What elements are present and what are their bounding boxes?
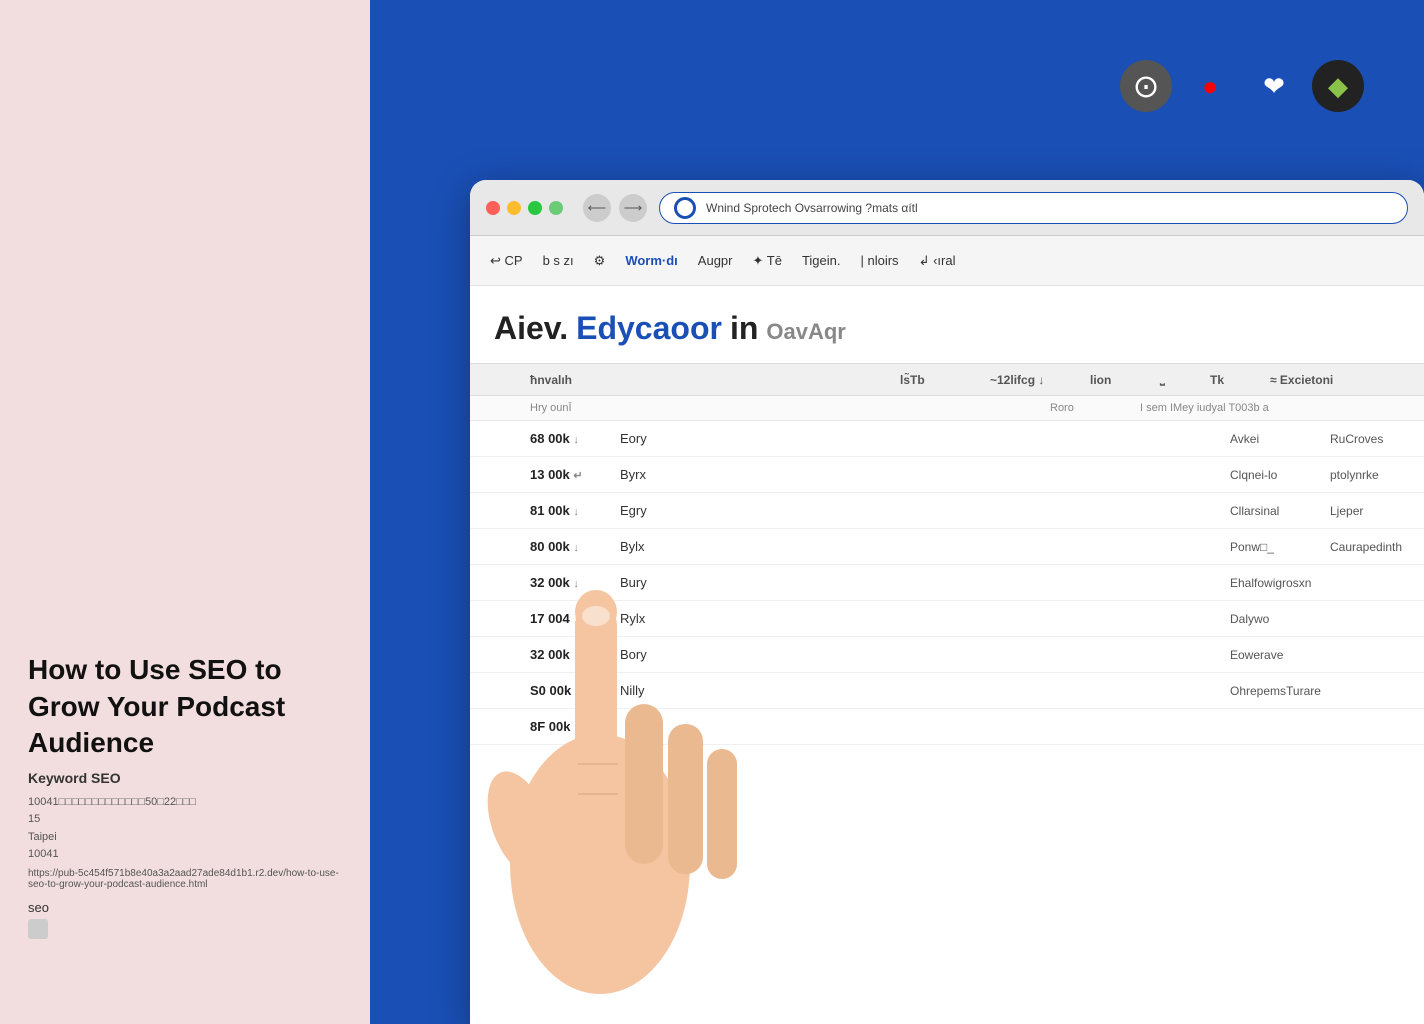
- row-intent: Ehalfowigrosxn: [1230, 576, 1330, 590]
- row-vol: 81 00k ↓: [530, 503, 620, 518]
- toolbar-cp[interactable]: ↩ CP: [490, 253, 523, 269]
- toolbar-te[interactable]: ✦ Tē: [753, 253, 782, 269]
- close-button[interactable]: [486, 201, 500, 215]
- browser-icon-4: ◆: [1312, 60, 1364, 112]
- browser-toolbar: ↩ CP b s zı ⚙ Worm·dı Augpr ✦ Tē Tigein.…: [470, 236, 1424, 286]
- article-meta: 10041□□□□□□□□□□□□□50□22□□□ 15 Taipei 100…: [28, 794, 342, 864]
- row-keyword: Nilly: [620, 683, 1230, 698]
- toolbar-nloirs[interactable]: | nloirs: [861, 253, 899, 268]
- forward-button[interactable]: ⟶: [619, 194, 647, 222]
- col-header-intent[interactable]: ~12lifcg ↓: [990, 373, 1090, 387]
- table-row[interactable]: 80 00k ↓ Bylx Ponw□_ Caurapedinth: [470, 529, 1424, 565]
- sub-col-1: Hry ounĪ: [530, 402, 1050, 414]
- address-bar[interactable]: Wnind Sprotech Ovsarrowing ?mats αítl: [659, 192, 1408, 224]
- toolbar-tigein[interactable]: Tigein.: [802, 253, 841, 268]
- browser-icon-1: ⊙: [1120, 60, 1172, 112]
- page-title-part1: Aiev.: [494, 310, 568, 347]
- browser-icons: ⊙ ● ❤ ◆: [1120, 60, 1364, 112]
- row-pos: Caurapedinth: [1330, 540, 1400, 554]
- sub-header: Hry ounĪ Roro I sem IMey iudyal T003b a: [470, 396, 1424, 421]
- toolbar-ural[interactable]: ↲ ‹ıral: [919, 253, 956, 269]
- table-row[interactable]: 32 00k ↓ Bory Eowerave: [470, 637, 1424, 673]
- row-intent: Ponw□_: [1230, 540, 1330, 554]
- col-header-vol[interactable]: ls̃Tb: [900, 373, 990, 387]
- row-vol: 17 004 ↓: [530, 611, 620, 626]
- browser-icon-2: ●: [1184, 60, 1236, 112]
- row-vol: 13 00k ↵: [530, 467, 620, 482]
- browser-window: ⟵ ⟶ Wnind Sprotech Ovsarrowing ?mats αít…: [470, 180, 1424, 1024]
- page-title-part2: Edycaoor: [576, 310, 722, 347]
- row-vol: 32 00k ↓: [530, 647, 620, 662]
- row-vol: 80 00k ↓: [530, 539, 620, 554]
- toolbar-worm[interactable]: Worm·dı: [625, 253, 677, 268]
- col-header-pos[interactable]: lion: [1090, 373, 1160, 387]
- row-intent: Eowerave: [1230, 648, 1330, 662]
- row-keyword: Rylx: [620, 611, 1230, 626]
- table-row[interactable]: 17 004 ↓ Rylx Dalywo: [470, 601, 1424, 637]
- col-header-exc[interactable]: ≈ Excietoni: [1270, 373, 1400, 387]
- row-pos: Ljeper: [1330, 504, 1400, 518]
- article-url[interactable]: https://pub-5c454f571b8e40a3a2aad27ade84…: [28, 868, 342, 890]
- article-tag: seo: [28, 900, 342, 915]
- maximize-button[interactable]: [528, 201, 542, 215]
- row-keyword: Bylx: [620, 539, 1230, 554]
- row-pos: ptolynrke: [1330, 468, 1400, 482]
- table-row[interactable]: 68 00k ↓ Eory Avkei RuCroves: [470, 421, 1424, 457]
- article-category: Keyword SEO: [28, 770, 342, 786]
- row-vol: 32 00k ↓: [530, 575, 620, 590]
- tag-icon: [28, 919, 48, 939]
- row-vol: 8F 00k ↓: [530, 719, 620, 734]
- minimize-button[interactable]: [507, 201, 521, 215]
- address-text[interactable]: Wnind Sprotech Ovsarrowing ?mats αítl: [706, 201, 1393, 215]
- row-keyword: Eory: [620, 431, 1230, 446]
- back-button[interactable]: ⟵: [583, 194, 611, 222]
- col-header-keyword[interactable]: ħnvalıh: [530, 373, 900, 387]
- table-row[interactable]: 13 00k ↵ Byrx Clqnei-lo ptolynrke: [470, 457, 1424, 493]
- page-title-part4: OavAqr: [766, 319, 845, 345]
- sub-col-3: I sem IMey iudyal T003b a: [1140, 402, 1400, 414]
- table-row[interactable]: 8F 00k ↓: [470, 709, 1424, 745]
- row-pos: RuCroves: [1330, 432, 1400, 446]
- sub-col-2: Roro: [1050, 402, 1140, 414]
- table-row[interactable]: S0 00k ↓ Nilly OhrepemsTurare: [470, 673, 1424, 709]
- browser-logo: [674, 197, 696, 219]
- row-keyword: Byrx: [620, 467, 1230, 482]
- extra-button[interactable]: [549, 201, 563, 215]
- page-title-part3: in: [730, 310, 758, 347]
- row-keyword: Egry: [620, 503, 1230, 518]
- left-panel: How to Use SEO to Grow Your Podcast Audi…: [0, 0, 370, 1024]
- browser-chrome: ⟵ ⟶ Wnind Sprotech Ovsarrowing ?mats αít…: [470, 180, 1424, 236]
- row-keyword: Bory: [620, 647, 1230, 662]
- browser-nav: ⟵ ⟶: [583, 194, 647, 222]
- page-title-row: Aiev. Edycaoor in OavAqr: [494, 310, 1400, 347]
- table-header: ħnvalıh ls̃Tb ~12lifcg ↓ lion ⎵ Tk ≈ Exc…: [470, 363, 1424, 396]
- toolbar-gear[interactable]: ⚙: [594, 253, 606, 269]
- page-header: Aiev. Edycaoor in OavAqr: [470, 286, 1424, 347]
- row-intent: Clqnei-lo: [1230, 468, 1330, 482]
- right-panel: ⊙ ● ❤ ◆ ⟵ ⟶ Wnind Sprotech Ovsarrowing ?…: [370, 0, 1424, 1024]
- row-keyword: Bury: [620, 575, 1230, 590]
- table-row[interactable]: 32 00k ↓ Bury Ehalfowigrosxn: [470, 565, 1424, 601]
- col-header-icon1: ⎵: [1160, 372, 1210, 387]
- toolbar-bszi[interactable]: b s zı: [543, 253, 574, 268]
- row-vol: S0 00k ↓: [530, 683, 620, 698]
- row-vol: 68 00k ↓: [530, 431, 620, 446]
- row-intent: Dalywo: [1230, 612, 1330, 626]
- browser-icon-3: ❤: [1248, 60, 1300, 112]
- col-header-tk[interactable]: Tk: [1210, 373, 1270, 387]
- left-content: How to Use SEO to Grow Your Podcast Audi…: [28, 652, 342, 944]
- row-intent: Cllarsinal: [1230, 504, 1330, 518]
- table-body: 68 00k ↓ Eory Avkei RuCroves 13 00k ↵ By…: [470, 421, 1424, 745]
- table-row[interactable]: 81 00k ↓ Egry Cllarsinal Ljeper: [470, 493, 1424, 529]
- row-intent: OhrepemsTurare: [1230, 684, 1330, 698]
- row-intent: Avkei: [1230, 432, 1330, 446]
- traffic-lights: [486, 201, 563, 215]
- toolbar-augpr[interactable]: Augpr: [698, 253, 733, 268]
- article-title: How to Use SEO to Grow Your Podcast Audi…: [28, 652, 342, 761]
